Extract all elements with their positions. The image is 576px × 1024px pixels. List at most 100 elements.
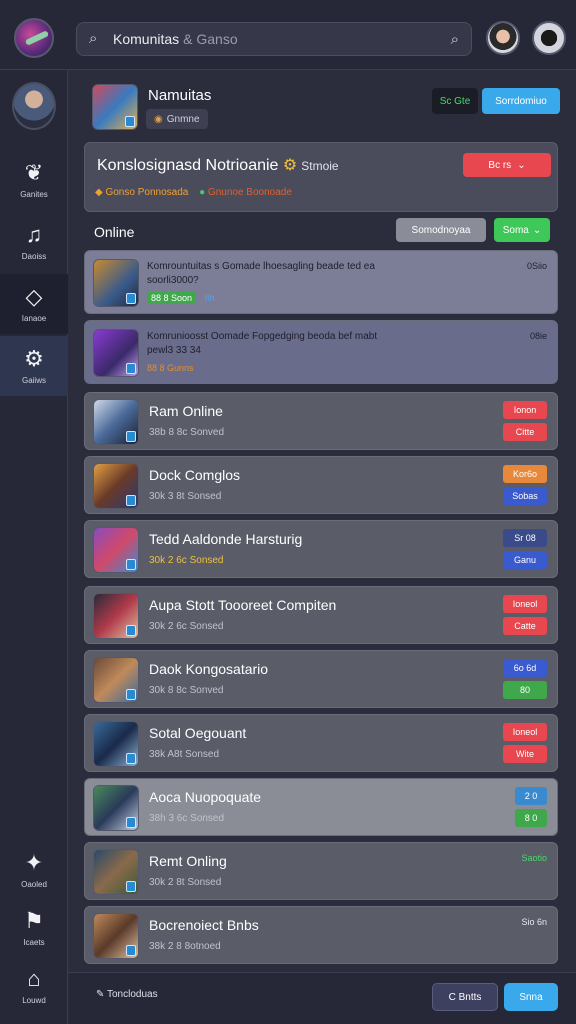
- item-thumbnail: [93, 259, 139, 307]
- game-icon: ◉: [154, 113, 163, 125]
- sidebar-item-oaoled[interactable]: ✦ Oaoled: [0, 840, 68, 900]
- sidebar-item-label: Daoiss: [21, 251, 47, 261]
- sidebar-item-label: Ianaoe: [21, 313, 47, 323]
- room-name: Aupa Stott Toooreet Compiten: [149, 597, 337, 613]
- home-icon: ⌂: [27, 965, 41, 991]
- item-title: Komrunioosst Oomade Fopgedging beoda bef…: [147, 331, 378, 342]
- sidebar: ❦ Ganites ♫ Daoiss ◇ Ianaoe ⚙ Gaiiws ✦ O…: [0, 70, 68, 1024]
- top-bar: ⌕ Komunitas & Ganso ⌕: [0, 0, 576, 70]
- sidebar-item-label: Icaets: [23, 937, 45, 947]
- room-tag[interactable]: Citte: [503, 423, 547, 441]
- list-title: Online: [94, 224, 135, 240]
- item-stats: 88 8 Gunns: [147, 363, 194, 373]
- sparkle-icon: ✦: [24, 849, 44, 875]
- room-tag[interactable]: Wite: [503, 745, 547, 763]
- chevron-down-icon: ⌄: [517, 159, 526, 171]
- list-item[interactable]: Komrountuitas s Gomade lhoesagling beade…: [84, 250, 558, 314]
- room-item[interactable]: Sotal Oegouant 38k A8t Sonsed Ioneol Wit…: [84, 714, 558, 772]
- search-submit-icon[interactable]: ⌕: [451, 31, 459, 48]
- sidebar-avatar[interactable]: [12, 82, 56, 130]
- room-subtitle: 30k 2 6c Sonsed: [149, 621, 224, 632]
- room-thumbnail: [93, 785, 139, 831]
- room-tag[interactable]: 8 0: [515, 809, 547, 827]
- notification-action-button[interactable]: Bc rs ⌄: [463, 153, 551, 177]
- room-item[interactable]: Daok Kongosatario 30k 8 8c Sonved 6o 6d …: [84, 650, 558, 708]
- room-tag[interactable]: 2 0: [515, 787, 547, 805]
- room-item[interactable]: Remt Onling 30k 2 8t Sonsed Saotio: [84, 842, 558, 900]
- room-name: Bocrenoiect Bnbs: [149, 917, 259, 933]
- room-item[interactable]: Aoca Nuopoquate 38h 3 6c Sonsed 2 0 8 0: [84, 778, 558, 836]
- room-subtitle: 30k 8 8c Sonved: [149, 685, 224, 696]
- community-chip: ◉ Gnmne: [146, 109, 208, 129]
- user-avatar[interactable]: [486, 21, 520, 55]
- room-tag[interactable]: Ioneol: [503, 723, 547, 741]
- status-button[interactable]: Sc Gte: [432, 88, 478, 114]
- room-name: Aoca Nuopoquate: [149, 789, 262, 805]
- primary-button[interactable]: Snna: [504, 983, 558, 1011]
- room-item[interactable]: Dock Comglos 30k 3 8t Sonsed Kor6o Sobas: [84, 456, 558, 514]
- sidebar-item-icaets[interactable]: ⚑ Icaets: [0, 898, 68, 958]
- room-item[interactable]: Bocrenoiect Bnbs 38k 2 8 8otnoed Sio 6n: [84, 906, 558, 964]
- room-thumbnail: [93, 527, 139, 573]
- item-subtitle: soorli3000?: [147, 275, 199, 286]
- room-tag[interactable]: Kor6o: [503, 465, 547, 483]
- notification-panel: Konslosignasd Notrioanie ⚙ Stmoie ◆ Gonso…: [84, 142, 558, 212]
- notification-meta: ◆ Gonso Ponnosada ● Gnunoe Boonoade: [95, 187, 292, 198]
- room-thumbnail: [93, 399, 139, 445]
- secondary-button[interactable]: C Bntts: [432, 983, 498, 1011]
- room-name: Remt Onling: [149, 853, 227, 869]
- notification-title: Konslosignasd Notrioanie ⚙ Stmoie: [97, 157, 339, 174]
- item-right-text: 0Siio: [526, 261, 547, 271]
- sidebar-item-gaiiws[interactable]: ⚙ Gaiiws: [0, 336, 68, 396]
- item-right-text: 08ie: [529, 331, 547, 341]
- sidebar-item-label: Ganites: [20, 189, 48, 199]
- room-name: Sotal Oegouant: [149, 725, 247, 741]
- room-thumbnail: [93, 721, 139, 767]
- room-subtitle: 30k 3 8t Sonsed: [149, 491, 222, 502]
- music-note-icon: ♫: [25, 221, 43, 247]
- sidebar-item-daoiss[interactable]: ♫ Daoiss: [0, 212, 68, 272]
- bottom-link[interactable]: ✎ Toncloduas: [96, 989, 158, 1000]
- room-tag[interactable]: Sr 08: [503, 529, 547, 547]
- join-button[interactable]: Sorrdomiuo: [482, 88, 560, 114]
- item-subtitle: pewl3 33 34: [147, 345, 201, 356]
- search-bar[interactable]: ⌕ Komunitas & Ganso ⌕: [76, 22, 472, 56]
- room-name: Tedd Aaldonde Harsturig: [149, 531, 303, 547]
- room-subtitle: 38b 8 8c Sonved: [149, 427, 225, 438]
- room-tag[interactable]: Ganu: [503, 551, 547, 569]
- search-input[interactable]: Komunitas & Ganso: [113, 31, 451, 47]
- room-thumbnail: [93, 657, 139, 703]
- room-item[interactable]: Aupa Stott Toooreet Compiten 30k 2 6c So…: [84, 586, 558, 644]
- room-tag[interactable]: Ionon: [503, 401, 547, 419]
- pencil-icon: ✎: [96, 989, 107, 1000]
- room-tag[interactable]: Ioneol: [503, 595, 547, 613]
- sidebar-item-ganites[interactable]: ❦ Ganites: [0, 150, 68, 210]
- settings-avatar[interactable]: [532, 21, 566, 55]
- sidebar-item-label: Gaiiws: [21, 375, 46, 385]
- list-item[interactable]: Komrunioosst Oomade Fopgedging beoda bef…: [84, 320, 558, 384]
- room-item[interactable]: Ram Online 38b 8 8c Sonved Ionon Citte: [84, 392, 558, 450]
- room-item[interactable]: Tedd Aaldonde Harsturig 30k 2 6c Sonsed …: [84, 520, 558, 578]
- gear-icon: ⚙: [24, 345, 44, 371]
- room-tag[interactable]: Sobas: [503, 487, 547, 505]
- app-logo[interactable]: [14, 18, 54, 58]
- room-tag[interactable]: 6o 6d: [503, 659, 547, 677]
- room-tag: Saotio: [521, 853, 547, 863]
- item-stats: 88 8 Soon Ith: [147, 292, 215, 304]
- sort-button[interactable]: Somodnoyaa: [396, 218, 486, 242]
- room-subtitle: 30k 2 8t Sonsed: [149, 877, 222, 888]
- gear-icon: ⚙: [282, 157, 298, 174]
- room-tag[interactable]: Catte: [503, 617, 547, 635]
- sidebar-item-ianaoe[interactable]: ◇ Ianaoe: [0, 274, 68, 334]
- sidebar-item-label: Louwd: [22, 995, 46, 1005]
- community-name: Namuitas: [148, 87, 212, 104]
- filter-button[interactable]: Soma ⌄: [494, 218, 550, 242]
- room-tag[interactable]: 80: [503, 681, 547, 699]
- room-subtitle: 38h 3 6c Sonsed: [149, 813, 225, 824]
- search-hint: & Ganso: [183, 31, 238, 47]
- room-subtitle: 30k 2 6c Sonsed: [149, 555, 224, 566]
- sidebar-item-louwd[interactable]: ⌂ Louwd: [0, 956, 68, 1016]
- community-thumbnail: [92, 84, 138, 130]
- room-subtitle: 38k 2 8 8otnoed: [149, 941, 221, 952]
- room-subtitle: 38k A8t Sonsed: [149, 749, 220, 760]
